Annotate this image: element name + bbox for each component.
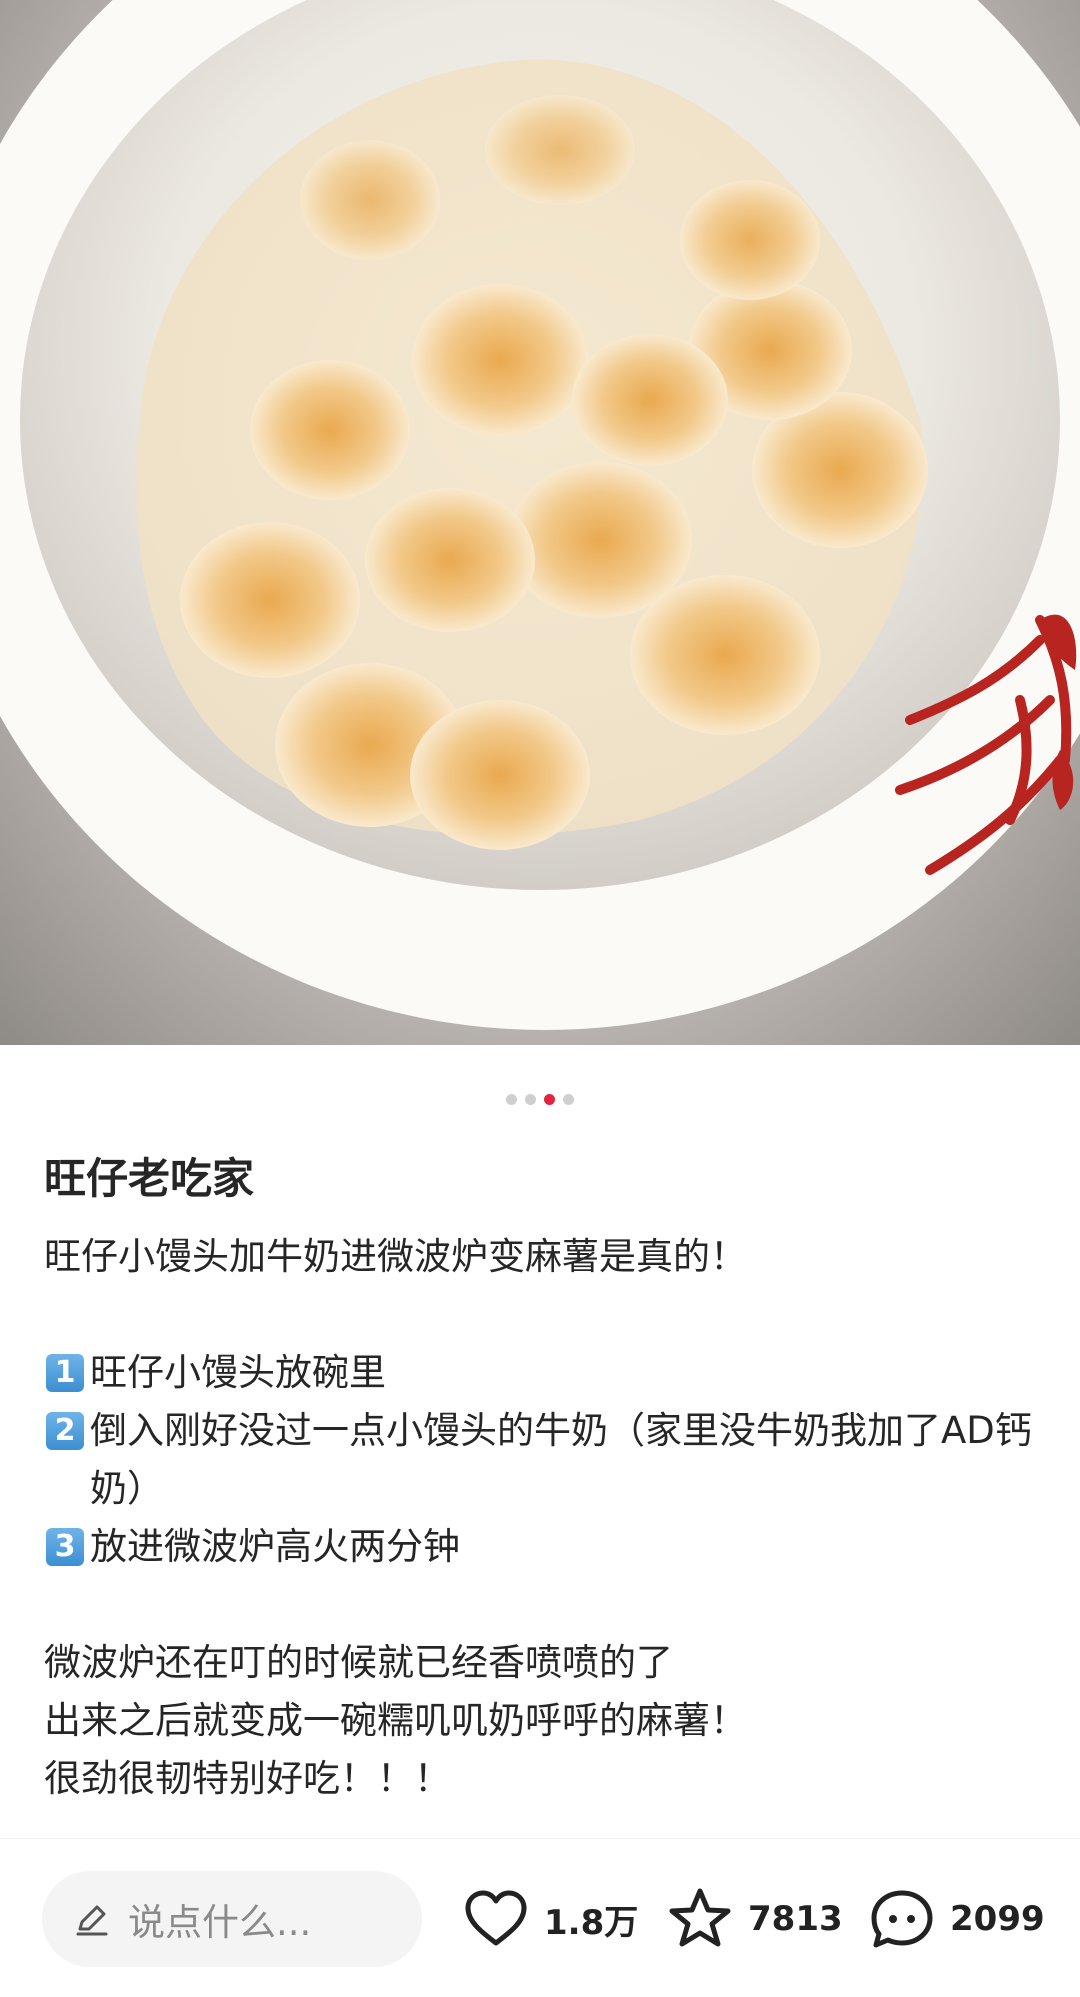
post-content: 旺仔老吃家 旺仔小馒头加牛奶进微波炉变麻薯是真的！ 1 旺仔小馒头放碗里 2 倒… [44, 1150, 1044, 1808]
comment-button[interactable]: 2099 [866, 1879, 1045, 1959]
post-photo[interactable] [0, 0, 1080, 1045]
step-number-badge: 1 [46, 1354, 84, 1392]
star-icon [669, 1888, 731, 1947]
like-button[interactable]: 1.8万 [460, 1879, 638, 1959]
step-number-badge: 3 [46, 1528, 84, 1566]
post-intro: 旺仔小馒头加牛奶进微波炉变麻薯是真的！ [44, 1235, 747, 1278]
step-item: 2 倒入刚好没过一点小馒头的牛奶（家里没牛奶我加了AD钙奶） [44, 1402, 1044, 1518]
post-body: 旺仔小馒头加牛奶进微波炉变麻薯是真的！ 1 旺仔小馒头放碗里 2 倒入刚好没过一… [44, 1228, 1044, 1808]
bottom-action-bar: 说点什么... 1.8万 7813 2099 [0, 1838, 1080, 1997]
collect-count: 7813 [748, 1899, 843, 1939]
post-outro-line: 出来之后就变成一碗糯叽叽奶呼呼的麻薯！ [44, 1699, 747, 1742]
step-number-badge: 2 [46, 1412, 84, 1450]
carousel-dot [506, 1094, 517, 1105]
comment-count: 2099 [950, 1899, 1045, 1939]
comment-input[interactable]: 说点什么... [42, 1871, 422, 1967]
like-count: 1.8万 [544, 1902, 639, 1943]
pencil-icon [76, 1905, 108, 1936]
step-text: 倒入刚好没过一点小馒头的牛奶（家里没牛奶我加了AD钙奶） [90, 1409, 1032, 1510]
carousel-dot [525, 1094, 536, 1105]
bowl-photo-illustration [0, 0, 1080, 1030]
step-text: 放进微波炉高火两分钟 [90, 1525, 460, 1568]
carousel-indicator [0, 1094, 1080, 1105]
heart-icon [465, 1890, 527, 1946]
collect-button[interactable]: 7813 [664, 1879, 843, 1959]
step-item: 3 放进微波炉高火两分钟 [44, 1518, 1044, 1576]
chat-bubble-icon [871, 1890, 933, 1948]
carousel-dot [563, 1094, 574, 1105]
step-item: 1 旺仔小馒头放碗里 [44, 1344, 1044, 1402]
post-outro-line: 很劲很韧特别好吃！！！ [44, 1757, 451, 1800]
comment-placeholder: 说点什么... [128, 1901, 312, 1944]
post-outro-line: 微波炉还在叮的时候就已经香喷喷的了 [44, 1641, 673, 1684]
post-title: 旺仔老吃家 [44, 1154, 255, 1203]
carousel-dot-active [544, 1094, 555, 1105]
step-text: 旺仔小馒头放碗里 [90, 1351, 386, 1394]
